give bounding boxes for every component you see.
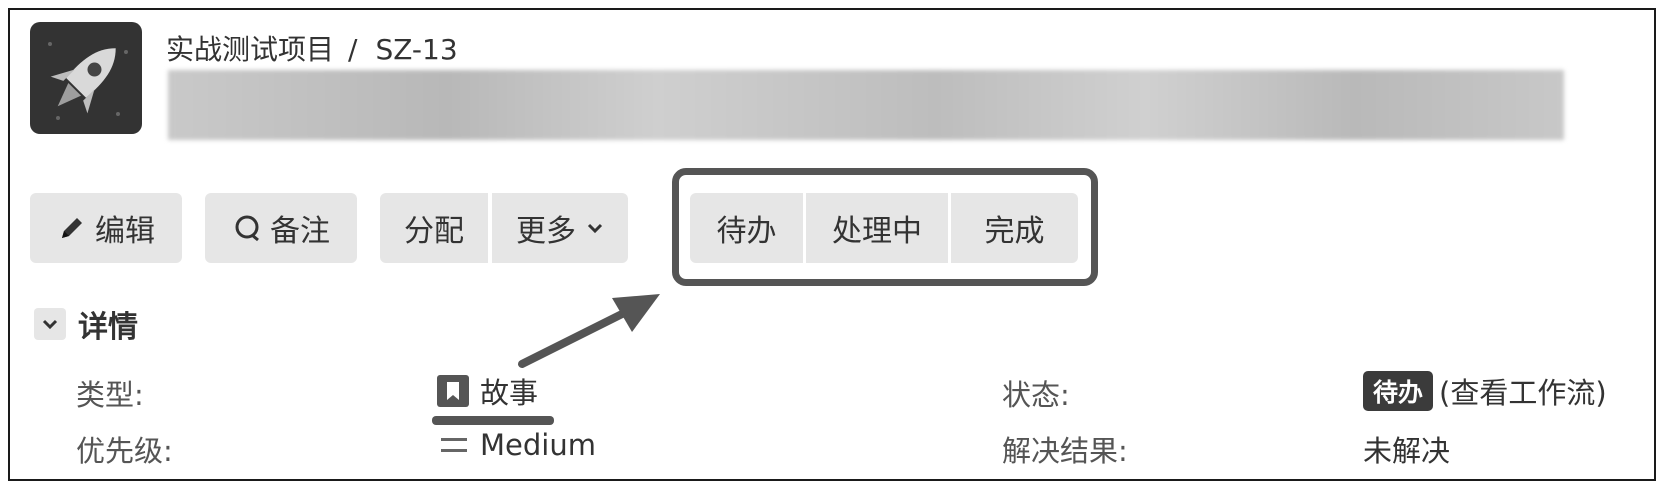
comment-label: 备注: [270, 214, 330, 249]
bookmark-icon: [436, 374, 470, 408]
assign-button[interactable]: 分配: [380, 193, 488, 263]
comment-button[interactable]: 备注: [205, 193, 357, 263]
more-label: 更多: [516, 214, 576, 249]
issue-title-redacted: [168, 70, 1564, 140]
type-value: 故事: [436, 370, 538, 412]
details-title: 详情: [78, 310, 138, 345]
status-label: 状态:: [1002, 378, 1070, 412]
type-text: 故事: [480, 376, 539, 410]
status-value: 待办 (查看工作流): [1363, 370, 1607, 412]
priority-label: 优先级:: [76, 434, 173, 468]
project-avatar[interactable]: [30, 22, 142, 134]
highlight-box: [672, 168, 1098, 286]
breadcrumb-issue-key[interactable]: SZ-13: [375, 33, 457, 66]
details-section-header[interactable]: 详情: [34, 302, 138, 346]
assign-label: 分配: [404, 214, 464, 249]
chevron-down-icon[interactable]: [34, 308, 66, 340]
pencil-icon: [57, 213, 87, 243]
breadcrumb-project[interactable]: 实战测试项目: [166, 33, 334, 66]
breadcrumb-separator: /: [348, 33, 358, 66]
more-button[interactable]: 更多: [492, 193, 628, 263]
edit-button[interactable]: 编辑: [30, 193, 182, 263]
priority-value: Medium: [440, 428, 596, 462]
status-badge: 待办: [1363, 371, 1434, 411]
resolution-value: 未解决: [1363, 434, 1451, 468]
resolution-label: 解决结果:: [1002, 434, 1128, 468]
edit-label: 编辑: [95, 214, 155, 249]
breadcrumb: 实战测试项目 / SZ-13: [166, 28, 458, 68]
view-workflow-link[interactable]: (查看工作流): [1439, 370, 1607, 412]
type-label: 类型:: [76, 378, 144, 412]
chevron-down-icon: [586, 221, 604, 235]
annotation-arrow: [518, 294, 660, 368]
rocket-icon: [48, 42, 128, 120]
comment-icon: [232, 213, 262, 243]
equals-icon: [440, 433, 468, 457]
priority-text: Medium: [480, 428, 596, 462]
type-underline: [432, 416, 554, 425]
